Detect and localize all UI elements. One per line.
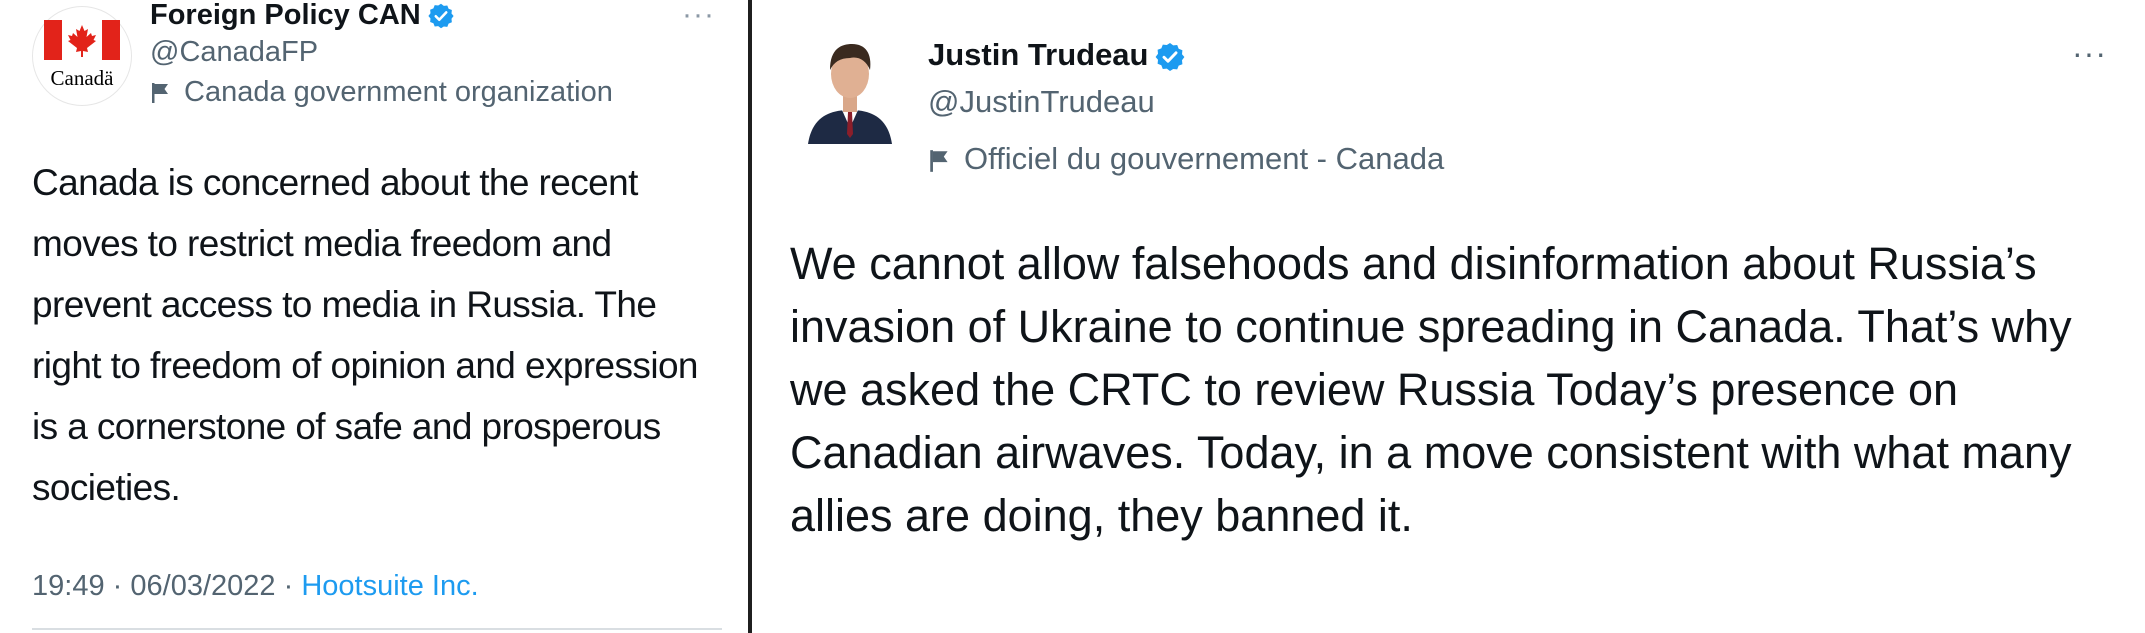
tweet-metadata: 19:49 · 06/03/2022 · Hootsuite Inc. bbox=[32, 566, 479, 606]
government-label[interactable]: Canada government organization bbox=[150, 74, 613, 110]
avatar-wordmark-text: Canadä bbox=[50, 66, 114, 90]
profile-photo bbox=[808, 44, 892, 144]
tweet-card-foreign-policy-can: Canadä Foreign Policy CAN @CanadaFP Cana… bbox=[0, 0, 748, 633]
tweet-text: Canada is concerned about the recent mov… bbox=[32, 162, 699, 508]
government-flag-icon bbox=[930, 149, 948, 172]
avatar-canada-wordmark[interactable]: Canadä bbox=[32, 6, 132, 106]
government-label-text: Canada government organization bbox=[184, 76, 613, 108]
account-handle[interactable]: @JustinTrudeau bbox=[928, 83, 1155, 121]
verified-badge-icon bbox=[1156, 42, 1185, 71]
account-name[interactable]: Foreign Policy CAN bbox=[150, 0, 455, 32]
tweet-time[interactable]: 19:49 bbox=[32, 570, 105, 602]
tweet-card-justin-trudeau: Justin Trudeau @JustinTrudeau Officiel d… bbox=[752, 0, 2145, 633]
tweet-date[interactable]: 06/03/2022 bbox=[130, 570, 275, 602]
divider-line bbox=[32, 628, 722, 630]
account-handle[interactable]: @CanadaFP bbox=[150, 34, 318, 70]
government-flag-icon bbox=[152, 83, 168, 104]
more-options-icon[interactable]: ··· bbox=[682, 0, 715, 30]
verified-badge-icon bbox=[428, 4, 454, 29]
account-name-text: Foreign Policy CAN bbox=[150, 0, 421, 31]
tweet-text: We cannot allow falsehoods and disinform… bbox=[790, 238, 2072, 541]
account-name[interactable]: Justin Trudeau bbox=[928, 36, 1186, 74]
government-label-text: Officiel du gouvernement - Canada bbox=[964, 141, 1445, 176]
meta-separator: · bbox=[283, 570, 294, 602]
canada-flag-logo bbox=[44, 20, 120, 60]
tweet-source-link[interactable]: Hootsuite Inc. bbox=[301, 570, 478, 602]
meta-separator: · bbox=[112, 570, 123, 602]
account-name-text: Justin Trudeau bbox=[928, 37, 1149, 72]
government-label[interactable]: Officiel du gouvernement - Canada bbox=[928, 140, 1444, 178]
avatar-profile-photo[interactable] bbox=[804, 30, 896, 144]
more-options-icon[interactable]: ··· bbox=[2072, 37, 2107, 69]
